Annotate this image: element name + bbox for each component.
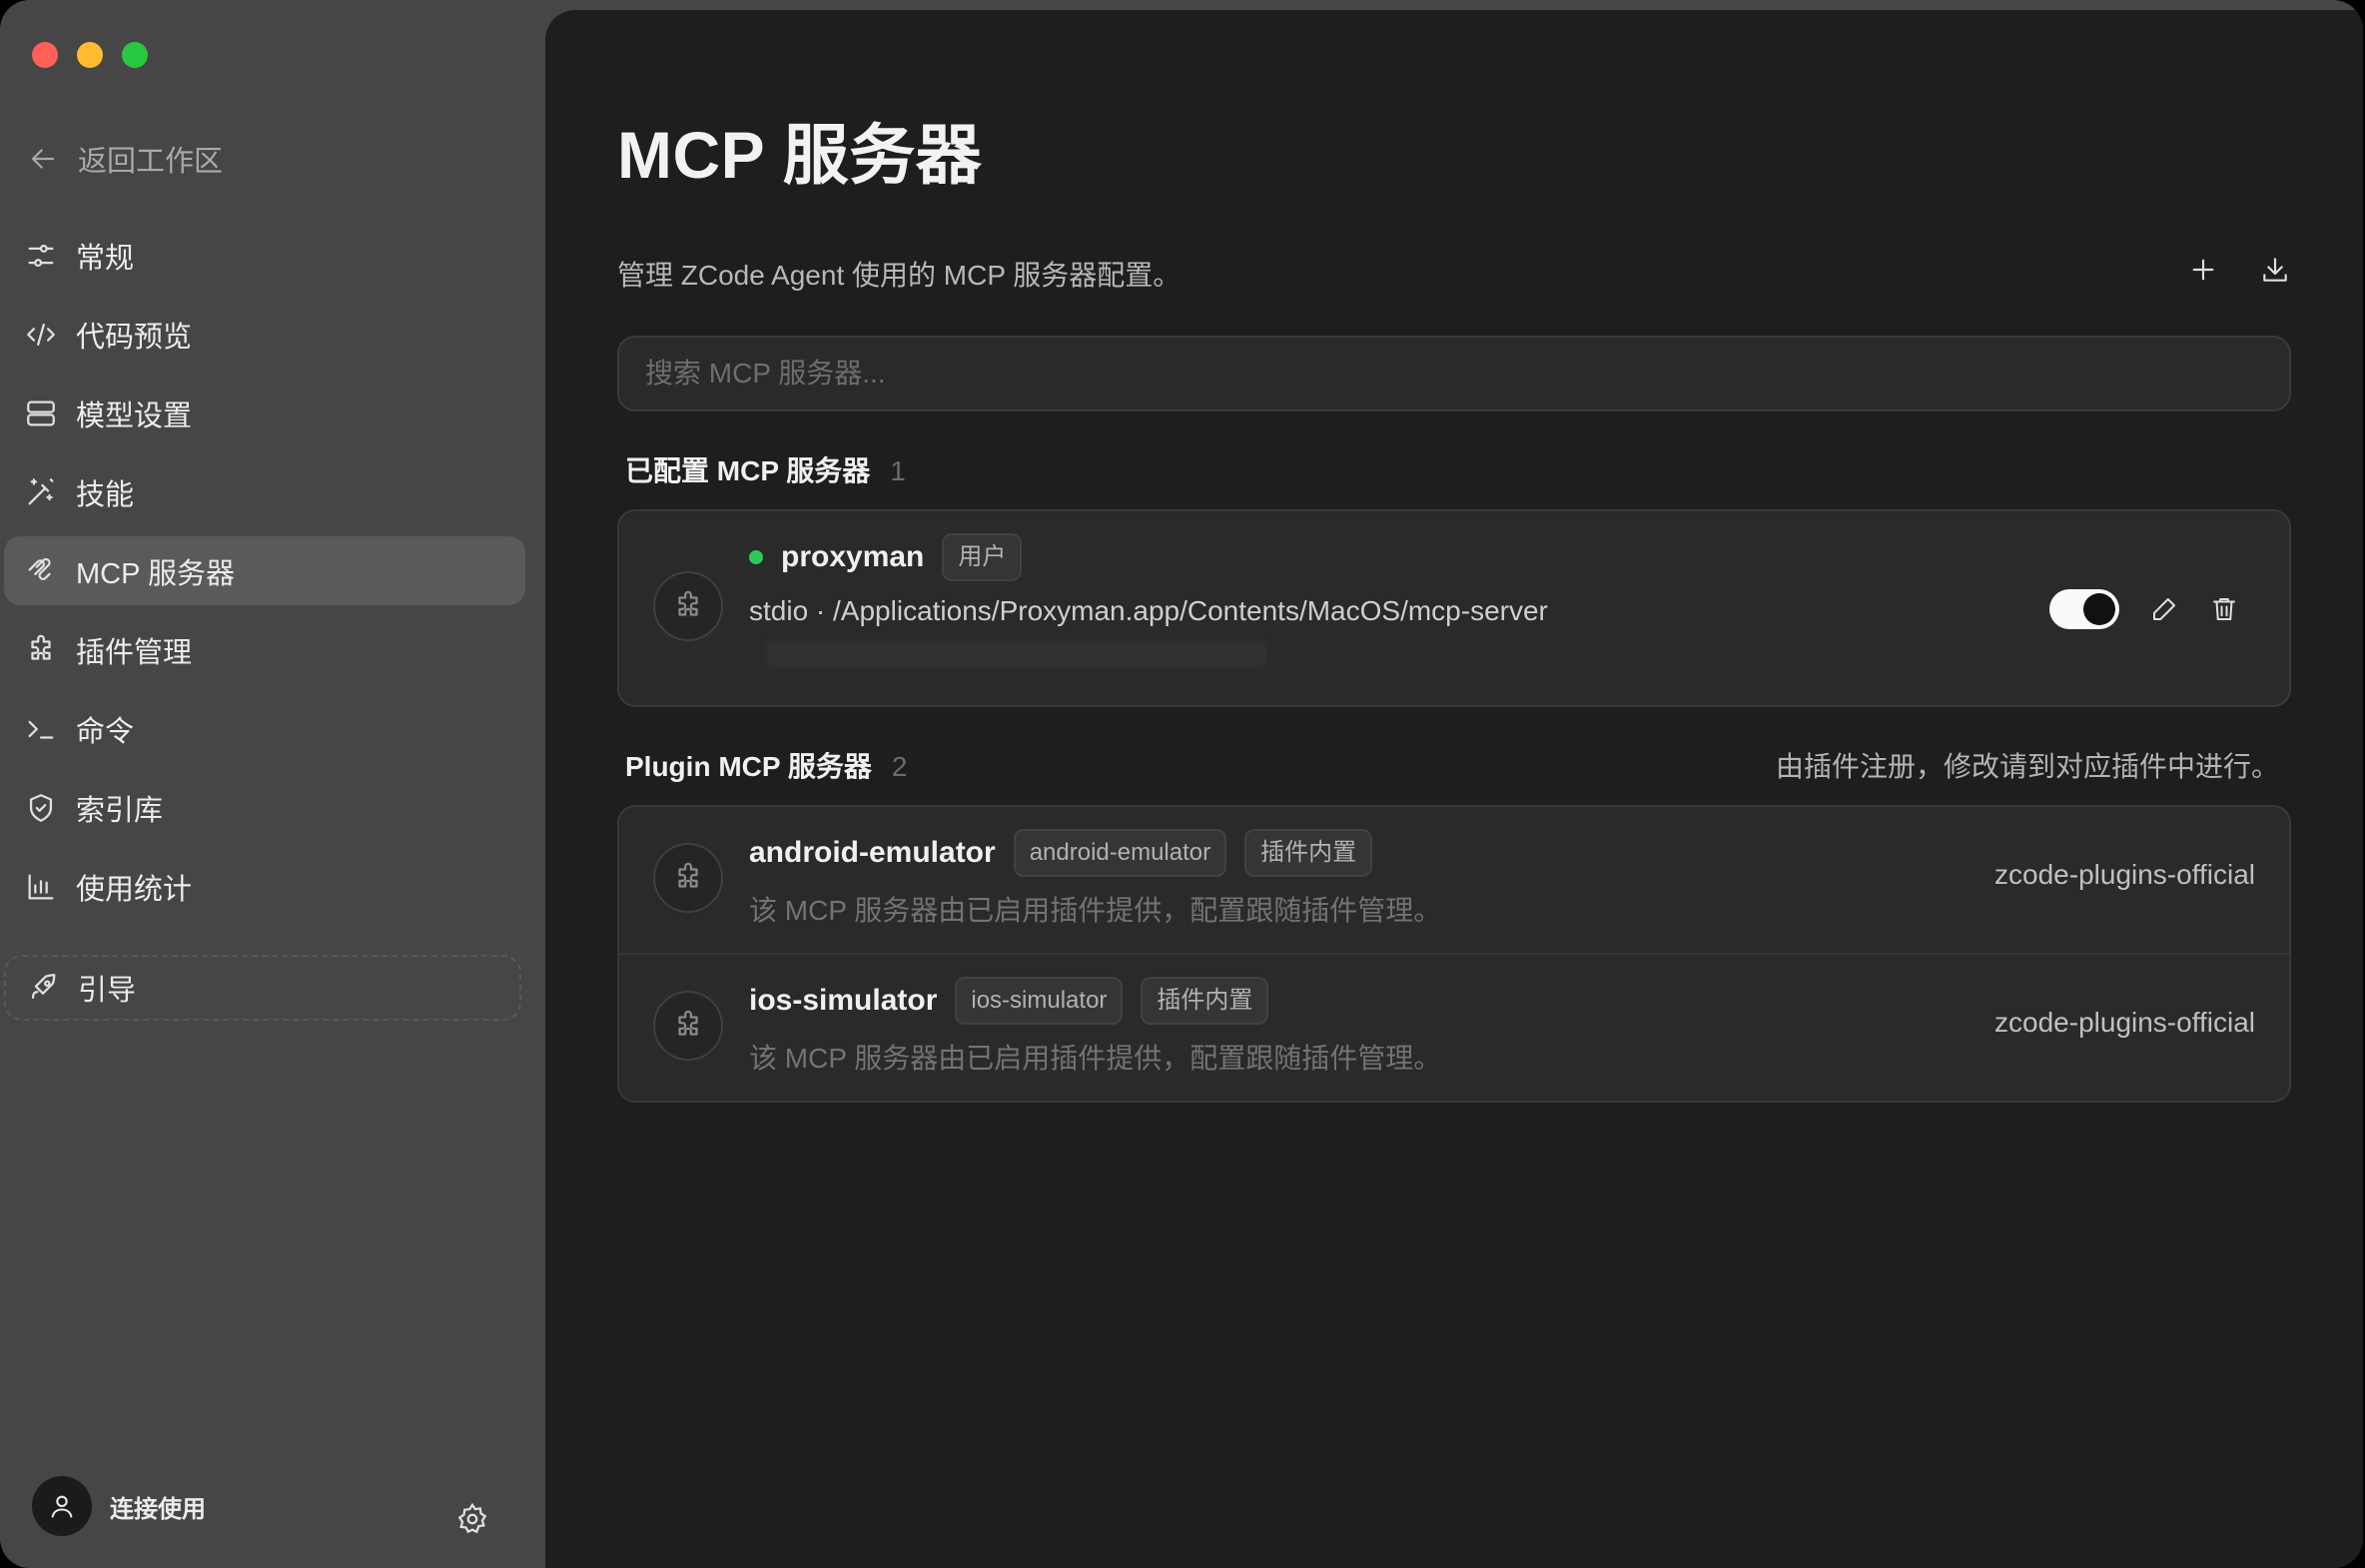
code-icon (27, 323, 55, 346)
builtin-tag: 插件内置 (1141, 977, 1269, 1025)
nav-item-label: 模型设置 (76, 399, 193, 432)
scope-tag: 用户 (942, 533, 1023, 581)
server-icon-badge (653, 991, 723, 1061)
nav-item-usage-stats[interactable]: 使用统计 (4, 852, 525, 921)
nav-item-code-preview[interactable]: 代码预览 (4, 300, 525, 369)
nav-item-general[interactable]: 常规 (4, 221, 525, 290)
plugin-section-heading: Plugin MCP 服务器 2 (625, 745, 907, 785)
plugin-tag: android-emulator (1013, 829, 1227, 877)
plugin-section-note: 由插件注册，修改请到对应插件中进行。 (1775, 751, 2279, 782)
sidebar: 返回工作区 常规 代码预览 模型设置 技能 MCP 服务器 插件管理 命令 索引… (0, 0, 544, 1568)
magic-wand-icon (28, 477, 54, 504)
nav-item-index[interactable]: 索引库 (4, 773, 525, 842)
mcp-icon (28, 557, 51, 580)
puzzle-icon (678, 590, 698, 616)
plugin-source: zcode-plugins-official (1994, 859, 2255, 890)
nav-item-plugin-management[interactable]: 插件管理 (4, 615, 525, 684)
nav-item-label: 使用统计 (76, 873, 193, 906)
status-indicator (749, 550, 763, 564)
user-icon (51, 1495, 73, 1518)
page-subtitle: 管理 ZCode Agent 使用的 MCP 服务器配置。 (617, 260, 1182, 291)
shield-icon (29, 793, 53, 822)
arrow-left-icon (31, 149, 55, 169)
nav-item-label: 索引库 (76, 794, 164, 827)
redacted-text (767, 641, 1266, 667)
guide-button[interactable]: 引导 (4, 955, 521, 1021)
puzzle-icon (678, 862, 698, 888)
terminal-icon (28, 720, 54, 739)
guide-label: 引导 (78, 975, 137, 1007)
plugin-tag: ios-simulator (955, 977, 1124, 1025)
configured-servers-card: proxyman 用户 stdio · /Applications/Proxym… (617, 509, 2291, 707)
nav-item-label: 技能 (76, 478, 135, 511)
nav-item-label: 常规 (76, 242, 135, 275)
server-description: 该 MCP 服务器由已启用插件提供，配置跟随插件管理。 (749, 1043, 1442, 1074)
server-icon-badge (653, 571, 723, 641)
server-header: proxyman 用户 (749, 533, 1023, 581)
settings-nav: 常规 代码预览 模型设置 技能 MCP 服务器 插件管理 命令 索引库 使用统计 (4, 221, 525, 931)
nav-item-commands[interactable]: 命令 (4, 694, 525, 763)
search-input[interactable] (617, 336, 2291, 411)
section-count: 1 (890, 455, 906, 486)
server-command: stdio · /Applications/Proxyman.app/Conte… (749, 595, 1548, 626)
server-icon-badge (653, 843, 723, 913)
nav-item-model-settings[interactable]: 模型设置 (4, 379, 525, 447)
back-label: 返回工作区 (78, 146, 224, 178)
nav-item-label: 插件管理 (76, 636, 193, 669)
puzzle-icon (31, 634, 51, 660)
gear-icon[interactable] (455, 1502, 489, 1536)
server-description: 该 MCP 服务器由已启用插件提供，配置跟随插件管理。 (749, 895, 1442, 926)
close-window-button[interactable] (32, 42, 58, 68)
server-row-proxyman[interactable]: proxyman 用户 stdio · /Applications/Proxym… (619, 511, 2289, 705)
minimize-window-button[interactable] (77, 42, 103, 68)
back-to-workspace-link[interactable]: 返回工作区 (26, 136, 223, 182)
builtin-tag: 插件内置 (1244, 829, 1373, 877)
section-title: Plugin MCP 服务器 (625, 751, 872, 782)
configured-section-heading: 已配置 MCP 服务器 1 (625, 449, 906, 489)
delete-trash-icon[interactable] (2209, 594, 2239, 624)
server-name: android-emulator (749, 836, 996, 869)
nav-item-label: 代码预览 (76, 321, 193, 354)
toggle-knob (2083, 593, 2115, 625)
server-name: ios-simulator (749, 984, 938, 1017)
app-window: 返回工作区 常规 代码预览 模型设置 技能 MCP 服务器 插件管理 命令 索引… (0, 0, 2363, 1568)
main-panel: MCP 服务器 管理 ZCode Agent 使用的 MCP 服务器配置。 已配… (545, 10, 2363, 1568)
rocket-icon (31, 974, 56, 1000)
nav-item-label: MCP 服务器 (76, 557, 235, 590)
puzzle-icon (678, 1010, 698, 1036)
section-count: 2 (891, 751, 908, 782)
avatar[interactable] (32, 1476, 92, 1536)
window-controls (32, 42, 148, 68)
add-server-button[interactable] (2187, 254, 2219, 286)
plugin-servers-card: android-emulator android-emulator 插件内置 该… (617, 805, 2291, 1103)
nav-item-skills[interactable]: 技能 (4, 457, 525, 526)
server-row-ios-simulator[interactable]: ios-simulator ios-simulator 插件内置 该 MCP 服… (619, 953, 2289, 1101)
server-name: proxyman (781, 540, 925, 573)
page-title: MCP 服务器 (617, 118, 983, 192)
server-header: ios-simulator ios-simulator 插件内置 (749, 977, 1269, 1025)
plugin-source: zcode-plugins-official (1994, 1007, 2255, 1038)
section-title: 已配置 MCP 服务器 (625, 455, 871, 486)
account-area[interactable]: 连接使用 (32, 1476, 206, 1536)
import-download-icon[interactable] (2259, 254, 2291, 286)
bar-chart-icon (28, 874, 54, 899)
edit-pencil-icon[interactable] (2149, 594, 2179, 624)
server-actions (2049, 589, 2239, 629)
sliders-icon (28, 244, 54, 267)
account-label: 连接使用 (110, 1495, 206, 1523)
server-row-android-emulator[interactable]: android-emulator android-emulator 插件内置 该… (619, 807, 2289, 953)
nav-item-mcp-servers[interactable]: MCP 服务器 (4, 536, 525, 605)
server-icon (27, 400, 55, 425)
header-actions (2187, 254, 2291, 286)
server-header: android-emulator android-emulator 插件内置 (749, 829, 1373, 877)
nav-item-label: 命令 (76, 715, 135, 748)
zoom-window-button[interactable] (122, 42, 148, 68)
enable-toggle[interactable] (2049, 589, 2119, 629)
